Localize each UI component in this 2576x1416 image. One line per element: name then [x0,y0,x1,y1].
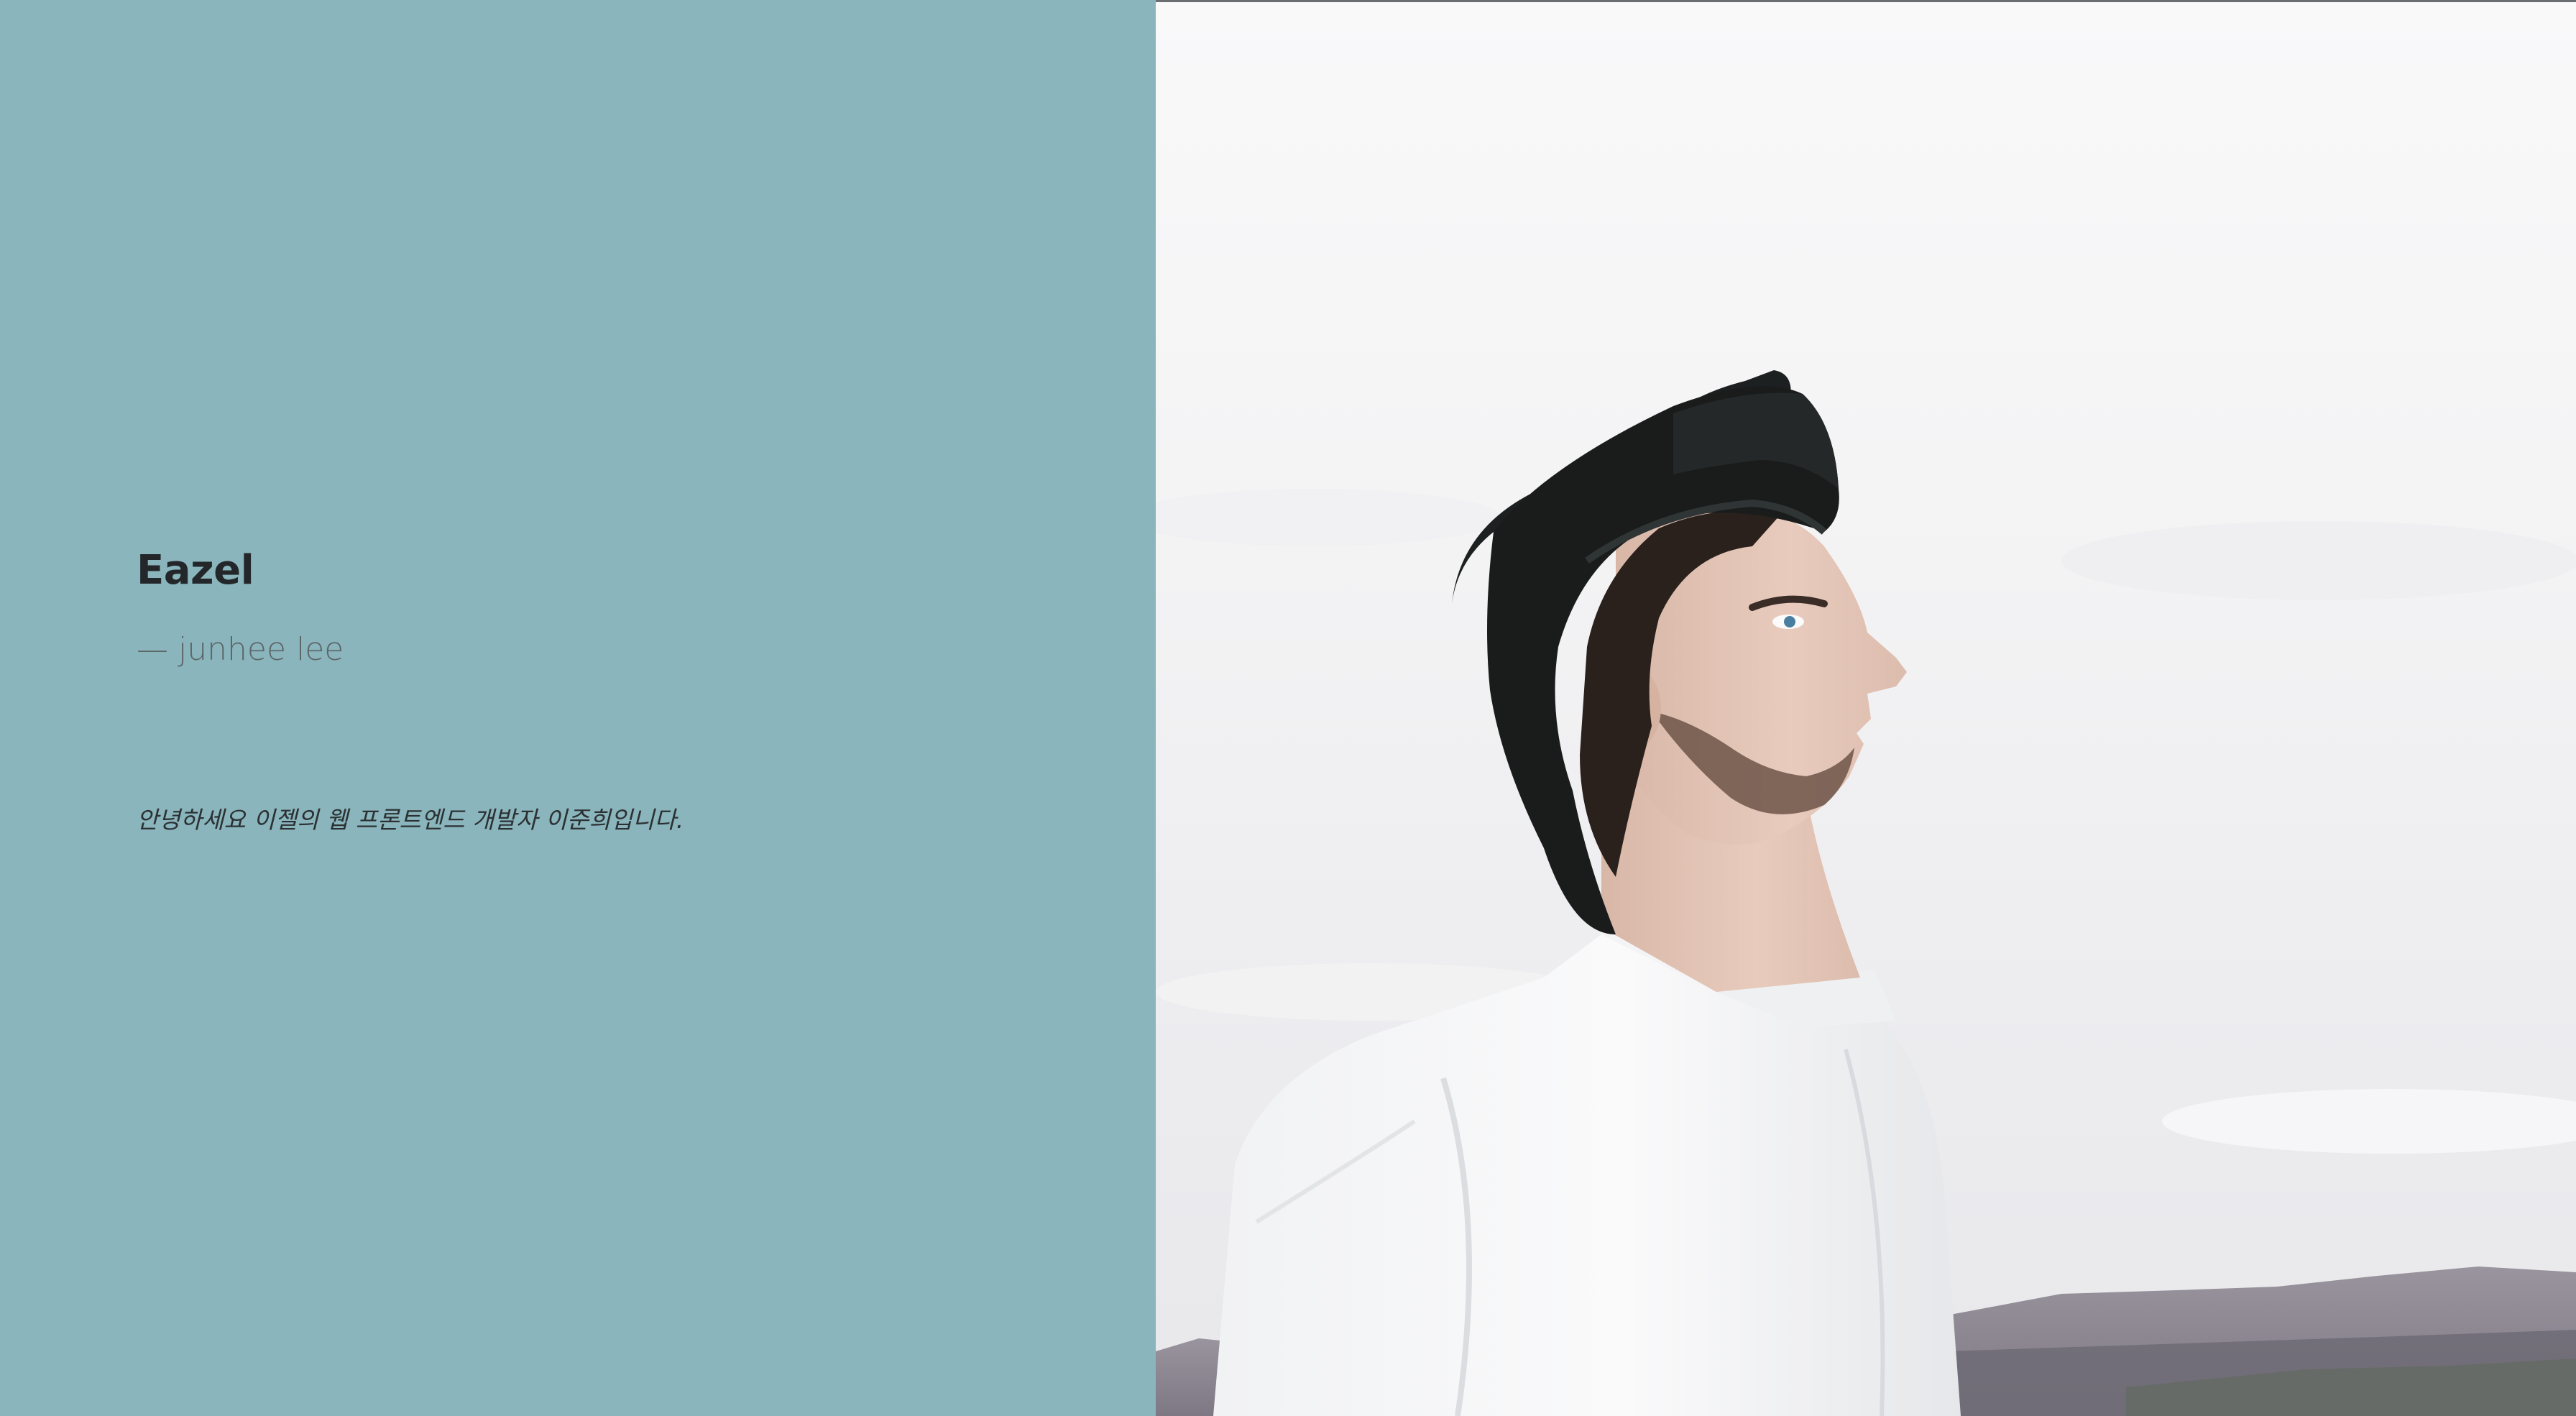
hero-photo-panel [1156,0,2576,1416]
greeting-text: 안녕하세요 이젤의 웹 프론트엔드 개발자 이준희입니다. [137,806,684,834]
top-divider [1156,0,2576,2]
author-byline: — junhee lee [137,631,344,668]
site-title: Eazel [137,547,254,594]
intro-block: Eazel — junhee lee 안녕하세요 이젤의 웹 프론트엔드 개발자… [137,543,1071,862]
intro-panel: Eazel — junhee lee 안녕하세요 이젤의 웹 프론트엔드 개발자… [0,0,1156,1416]
portrait-photo-icon [1156,0,2576,1416]
landing-page: Eazel — junhee lee 안녕하세요 이젤의 웹 프론트엔드 개발자… [0,0,2576,1416]
